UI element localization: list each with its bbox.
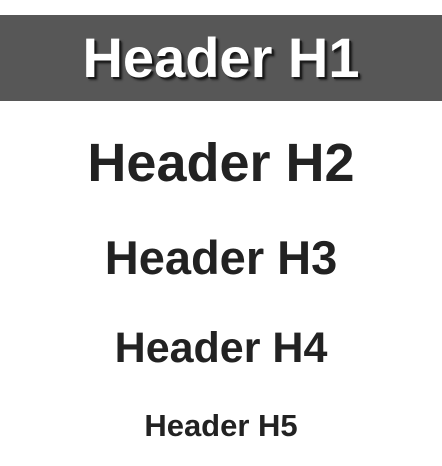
header-h5: Header H5 — [144, 408, 298, 443]
header-h1-bar: Header H1 — [0, 15, 442, 101]
header-h3: Header H3 — [104, 231, 338, 284]
header-h1: Header H1 — [82, 26, 360, 89]
header-h2: Header H2 — [87, 133, 355, 193]
header-h4: Header H4 — [114, 324, 328, 372]
